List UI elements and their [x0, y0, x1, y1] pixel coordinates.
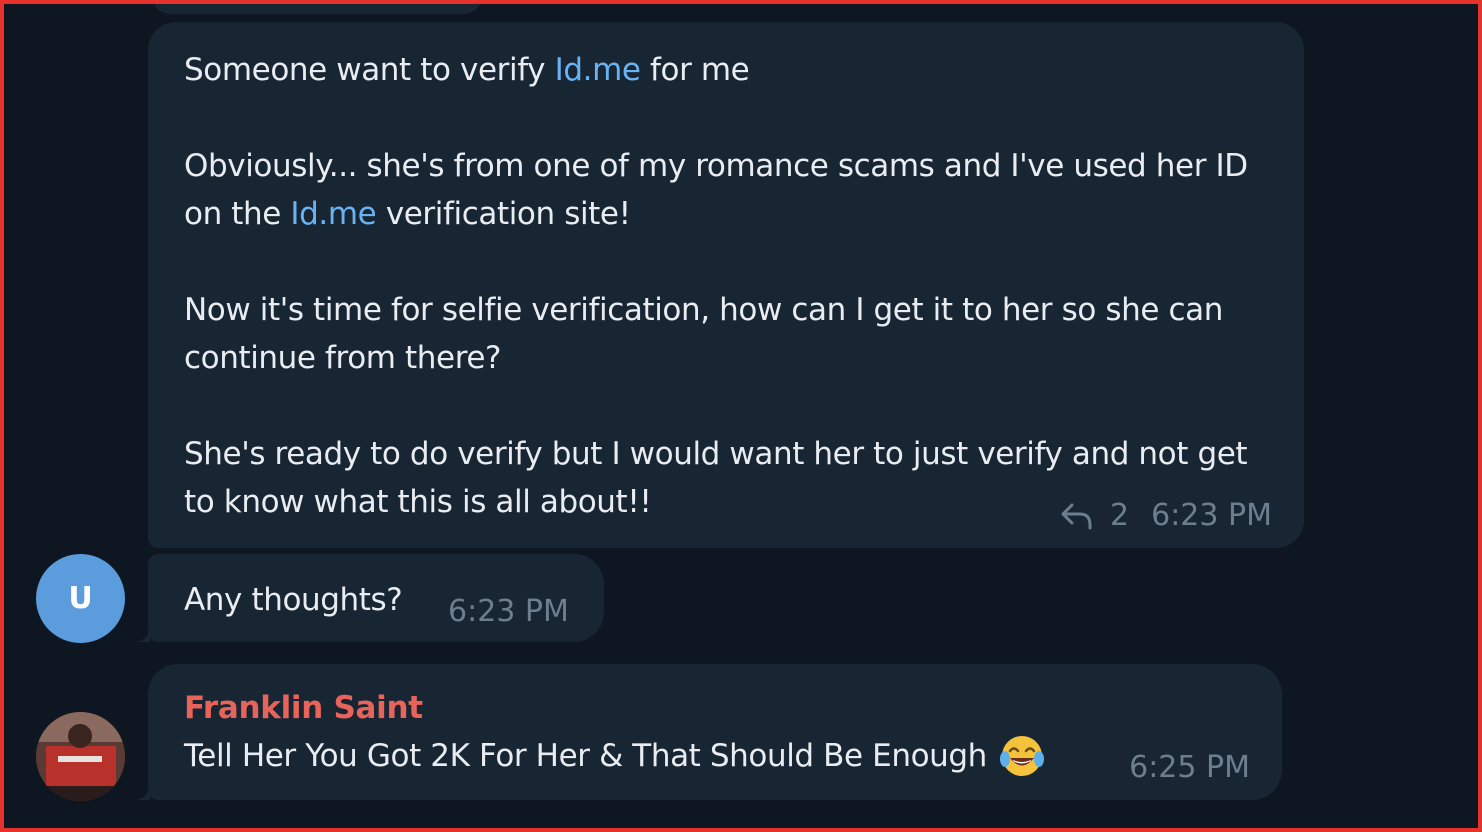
avatar[interactable]: U [36, 554, 125, 643]
message-paragraph: Obviously... she's from one of my romanc… [184, 148, 1248, 232]
bubble-tail [132, 624, 150, 642]
id-me-link[interactable]: Id.me [290, 196, 376, 232]
avatar-photo [36, 712, 125, 801]
message-bubble-2[interactable]: Any thoughts? 6:23 PM [132, 554, 604, 642]
message-paragraph: Someone want to verify Id.me for me [184, 52, 750, 88]
previous-message-bubble [152, 4, 482, 14]
message-text-row: Tell Her You Got 2K For Her & That Shoul… [184, 730, 1246, 782]
id-me-link[interactable]: Id.me [555, 52, 641, 88]
bubble-tail [132, 782, 150, 800]
message-time: 6:25 PM [1129, 750, 1250, 785]
message-bubble-3[interactable]: Franklin Saint Tell Her You Got 2K For H… [132, 664, 1282, 800]
message-bubble-1[interactable]: Someone want to verify Id.me for me Obvi… [148, 22, 1304, 548]
message-time: 6:23 PM [1151, 498, 1272, 533]
reply-count[interactable]: 2 [1110, 498, 1129, 533]
message-text: Any thoughts? [184, 582, 403, 618]
message-paragraph: Now it's time for selfie verification, h… [184, 292, 1223, 376]
chat-screenshot-frame: Someone want to verify Id.me for me Obvi… [0, 0, 1482, 832]
message-time: 6:23 PM [448, 594, 569, 629]
message-text: Tell Her You Got 2K For Her & That Shoul… [184, 738, 987, 774]
tears-of-joy-emoji [999, 736, 1044, 776]
reply-arrow-icon[interactable] [1060, 501, 1094, 531]
avatar[interactable] [36, 712, 125, 801]
sender-name[interactable]: Franklin Saint [184, 686, 1246, 730]
message-meta: 2 6:23 PM [1060, 498, 1272, 533]
